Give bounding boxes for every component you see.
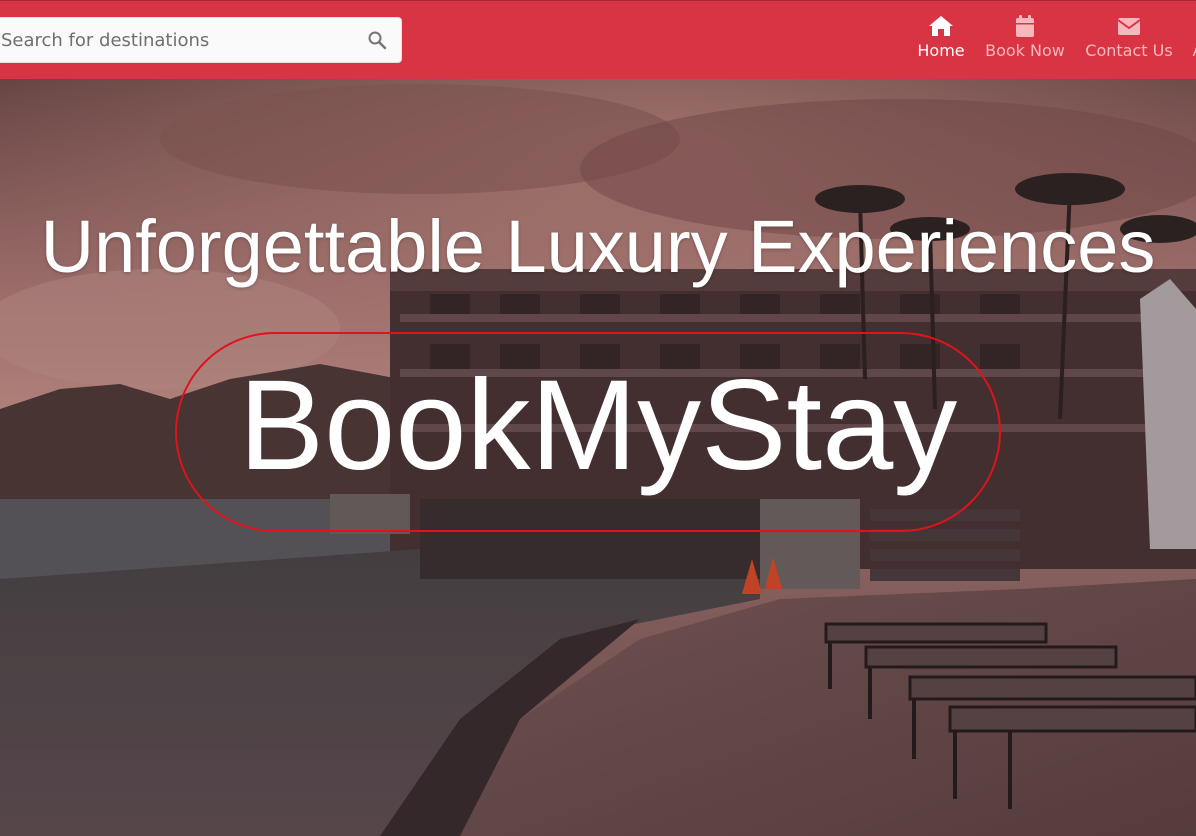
nav-item-home[interactable]: Home [912, 14, 970, 70]
hero-section: Unforgettable Luxury Experiences BookMyS… [0, 79, 1196, 836]
brand-title: BookMyStay [238, 354, 958, 497]
hero-subtitle: Unforgettable Luxury Experiences [40, 205, 1156, 288]
calendar-icon [1016, 15, 1034, 37]
home-icon [929, 16, 953, 36]
nav-item-label: Home [917, 41, 965, 60]
nav-item-label: Book Now [985, 41, 1065, 60]
search-icon[interactable] [367, 30, 387, 50]
search-box [0, 17, 402, 63]
top-navbar: Home Book Now Contact Us A [0, 0, 1196, 79]
nav-item-overflow[interactable]: A [1188, 14, 1196, 70]
nav-item-label: A [1188, 41, 1196, 60]
nav-item-book-now[interactable]: Book Now [980, 14, 1070, 70]
search-input[interactable] [0, 18, 361, 62]
nav-item-label: Contact Us [1085, 41, 1173, 60]
envelope-icon [1117, 18, 1141, 35]
nav-item-contact-us[interactable]: Contact Us [1082, 14, 1176, 70]
